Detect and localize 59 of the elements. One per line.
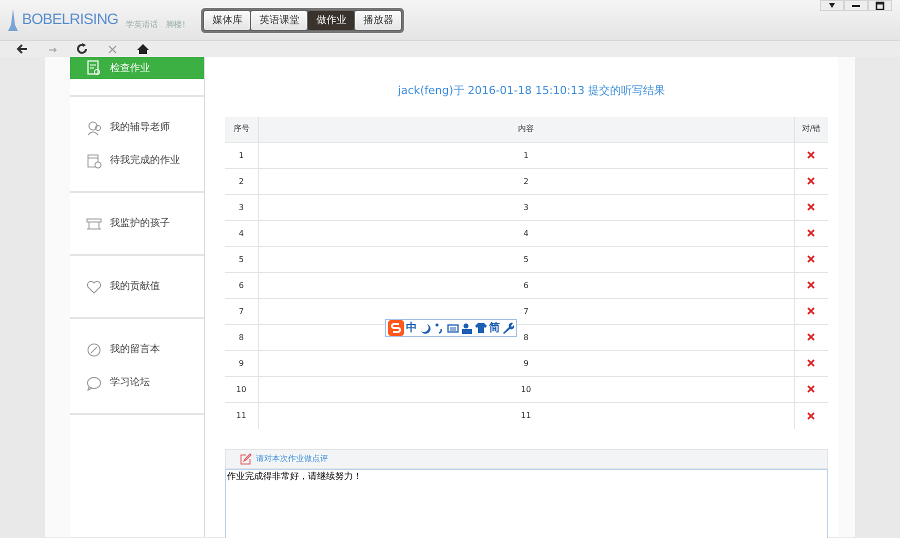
table-cell: 11 [225,402,258,428]
keyboard-icon[interactable] [447,322,459,334]
sidebar-item[interactable]: 我的留言本 [70,333,204,366]
table-cell: 11 [258,402,794,428]
compass-icon [86,342,102,358]
slogan: 学英语话 [126,19,158,32]
refresh-icon[interactable] [76,43,90,55]
wrench-icon[interactable] [502,322,514,334]
shirt-icon[interactable] [475,322,487,334]
shop-icon [86,216,102,232]
table-cell: 9 [225,350,258,376]
table-cell: 1 [225,142,258,168]
comment-label: 请对本次作业做点评 [256,452,328,464]
document-icon [86,60,102,76]
table-cell: 10 [225,376,258,402]
dropdown-icon[interactable] [827,1,837,10]
sidebar-item[interactable]: 我的贡献值 [70,270,204,303]
table-cell: 1 [258,142,794,168]
back-icon[interactable] [16,43,30,55]
sidebar-item[interactable]: 学习论坛 [70,366,204,399]
table-cell: 4 [225,220,258,246]
table-cell: 6 [258,272,794,298]
table-cell: 4 [258,220,794,246]
result-title: jack(feng)于 2016-01-18 15:10:13 提交的听写结果 [396,83,666,99]
table-cell: 7 [225,298,258,324]
table-cell: 6 [225,272,258,298]
app-tab[interactable]: 播放器 [355,10,402,30]
sidebar-item[interactable]: 待我完成的作业 [70,144,204,177]
column-header: 内容 [258,116,794,142]
sidebar-item[interactable]: 我的辅导老师 [70,111,204,144]
tower-icon [8,9,18,32]
app-tab[interactable]: 媒体库 [204,10,250,30]
table-cell: 3 [225,194,258,220]
logo-text: BOBELRISING [22,10,118,30]
app-tab[interactable]: 英语课堂 [251,10,308,30]
table-cell: 3 [258,194,794,220]
punctuation-icon[interactable] [433,322,445,334]
sidebar-item[interactable]: 我监护的孩子 [70,207,204,240]
table-cell: 2 [225,168,258,194]
slogan: 脚楼! [166,19,186,32]
table-cell: 5 [258,246,794,272]
column-header: 对/错 [794,116,828,142]
home-icon[interactable] [136,43,150,55]
calendar-icon [86,152,102,168]
table-cell: 9 [258,350,794,376]
people-icon [86,120,102,136]
column-header: 序号 [225,116,258,142]
comment-field[interactable]: 作业完成得非常好，请继续努力！ [225,468,828,538]
heart-icon [86,278,102,294]
table-cell: 5 [225,246,258,272]
table-cell: 8 [225,324,258,350]
user-icon[interactable] [461,322,473,334]
edit-icon [240,452,252,464]
table-cell: 2 [258,168,794,194]
table-cell: 10 [258,376,794,402]
moon-icon[interactable] [419,322,431,334]
app-tab[interactable]: 做作业 [308,10,354,30]
chat-icon [86,374,102,390]
maximize-icon[interactable] [875,1,885,10]
